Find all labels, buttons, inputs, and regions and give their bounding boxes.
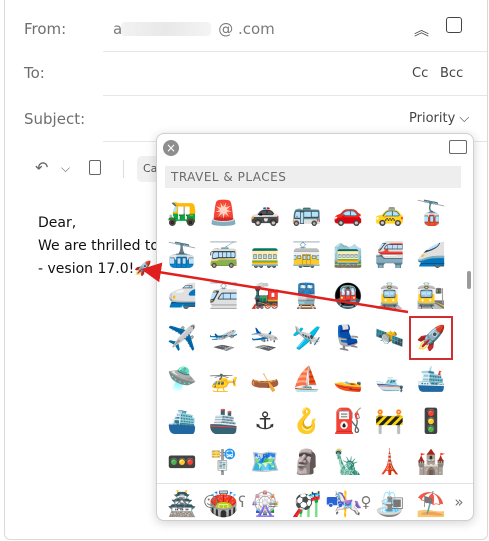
annotation-arrow xyxy=(141,262,409,314)
